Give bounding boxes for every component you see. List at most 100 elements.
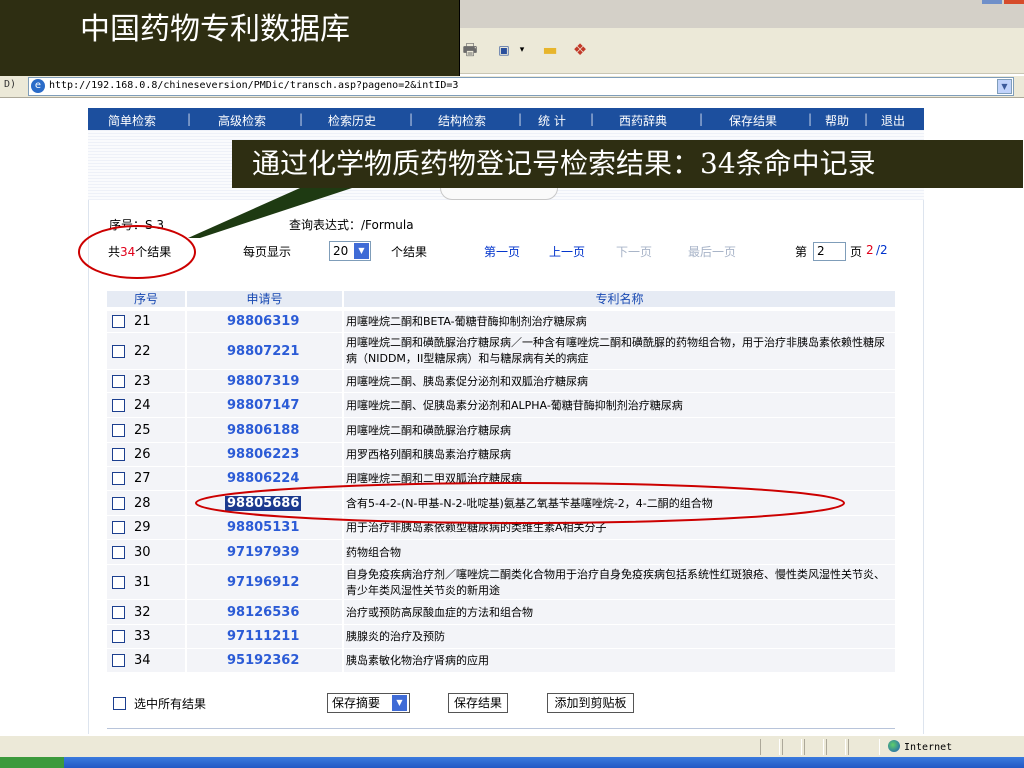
row-patent-title[interactable]: 胰岛素敏化物治疗肾病的应用 <box>346 653 891 669</box>
row-appno-link[interactable]: 95192362 <box>227 653 299 668</box>
nav-separator: | <box>699 112 704 126</box>
col-header-title: 专利名称 <box>344 291 895 307</box>
address-dropdown-icon[interactable]: ▼ <box>997 79 1012 94</box>
row-checkbox[interactable] <box>112 576 125 589</box>
address-url[interactable]: http://192.168.0.8/chineseversion/PMDic/… <box>49 80 458 91</box>
row-checkbox[interactable] <box>112 606 125 619</box>
per-page-select[interactable]: 20 ▼ <box>329 241 371 261</box>
row-patent-title[interactable]: 治疗或预防高尿酸血症的方法和组合物 <box>346 605 891 621</box>
row-patent-title[interactable]: 用噻唑烷二酮和二甲双胍治疗糖尿病 <box>346 471 891 487</box>
row-seq: 24 <box>134 398 151 413</box>
select-all-checkbox[interactable] <box>113 697 126 710</box>
address-bar: D) e http://192.168.0.8/chineseversion/P… <box>0 76 1024 98</box>
nav-structure-search[interactable]: 结构检索 <box>438 112 486 129</box>
row-checkbox[interactable] <box>112 448 125 461</box>
row-appno-link[interactable]: 98807221 <box>227 344 299 359</box>
table-row: 25 98806188 用噻唑烷二酮和磺酰脲治疗糖尿病 <box>107 418 895 443</box>
nav-logout[interactable]: 退出 <box>881 112 905 129</box>
row-patent-title[interactable]: 用罗西格列酮和胰岛素治疗糖尿病 <box>346 447 891 463</box>
row-seq: 32 <box>134 605 151 620</box>
chevron-down-icon[interactable]: ▾ <box>512 40 532 60</box>
ie-page-icon: e <box>31 79 45 93</box>
row-appno-link[interactable]: 98805686 <box>225 496 302 511</box>
row-checkbox[interactable] <box>112 345 125 358</box>
start-button[interactable] <box>0 757 64 768</box>
folder-icon[interactable]: ▬ <box>540 40 560 60</box>
row-checkbox[interactable] <box>112 546 125 559</box>
nav-advanced-search[interactable]: 高级检索 <box>218 112 266 129</box>
table-row: 26 98806223 用罗西格列酮和胰岛素治疗糖尿病 <box>107 443 895 467</box>
query-expr-label: 查询表达式： <box>289 218 362 232</box>
nav-separator: | <box>299 112 304 126</box>
row-checkbox[interactable] <box>112 654 125 667</box>
row-checkbox[interactable] <box>112 630 125 643</box>
globe-icon <box>888 740 900 752</box>
row-appno-link[interactable]: 98807319 <box>227 374 299 389</box>
select-all-label: 选中所有结果 <box>134 697 207 711</box>
row-appno-link[interactable]: 98807147 <box>227 398 299 413</box>
nav-separator: | <box>518 112 523 126</box>
address-input[interactable]: e http://192.168.0.8/chineseversion/PMDi… <box>28 77 1014 96</box>
chevron-down-icon[interactable]: ▼ <box>354 243 369 259</box>
row-checkbox[interactable] <box>112 472 125 485</box>
save-results-button[interactable]: 保存结果 <box>448 693 508 713</box>
row-appno-link[interactable]: 98805131 <box>227 520 299 535</box>
row-checkbox[interactable] <box>112 375 125 388</box>
minimize-button[interactable] <box>982 0 1002 4</box>
first-page-link[interactable]: 第一页 <box>484 243 520 260</box>
row-appno-link[interactable]: 98806188 <box>227 423 299 438</box>
row-checkbox[interactable] <box>112 497 125 510</box>
row-checkbox[interactable] <box>112 424 125 437</box>
row-appno-link[interactable]: 98806223 <box>227 447 299 462</box>
row-appno-link[interactable]: 97196912 <box>227 575 299 590</box>
prev-page-link[interactable]: 上一页 <box>549 243 585 260</box>
nav-help[interactable]: 帮助 <box>825 112 849 129</box>
page-suffix: 页 <box>850 245 863 259</box>
chevron-down-icon[interactable]: ▼ <box>392 695 407 711</box>
slide-title-text: 中国药物专利数据库 <box>80 12 350 47</box>
close-button[interactable] <box>1004 0 1024 4</box>
table-row: 29 98805131 用于治疗非胰岛素依赖型糖尿病的类维生素A相关分子 <box>107 516 895 540</box>
row-patent-title[interactable]: 用噻唑烷二酮、促胰岛素分泌剂和ALPHA-葡糖苷酶抑制剂治疗糖尿病 <box>346 398 891 414</box>
nav-saved-results[interactable]: 保存结果 <box>729 112 777 129</box>
row-patent-title[interactable]: 药物组合物 <box>346 545 891 561</box>
status-cell <box>760 739 780 755</box>
row-patent-title[interactable]: 用噻唑烷二酮、胰岛素促分泌剂和双胍治疗糖尿病 <box>346 374 891 390</box>
callout-text: 通过化学物质药物登记号检索结果：34条命中记录 <box>252 147 876 180</box>
row-checkbox[interactable] <box>112 315 125 328</box>
status-cell <box>782 739 802 755</box>
page-number-input[interactable]: 2 <box>813 242 846 261</box>
result-count-suffix: 个结果 <box>135 245 172 259</box>
row-patent-title[interactable]: 用于治疗非胰岛素依赖型糖尿病的类维生素A相关分子 <box>346 520 891 536</box>
nav-statistics[interactable]: 统 计 <box>538 112 566 129</box>
save-format-select[interactable]: 保存摘要 ▼ <box>327 693 410 713</box>
table-row: 24 98807147 用噻唑烷二酮、促胰岛素分泌剂和ALPHA-葡糖苷酶抑制剂治疗… <box>107 393 895 418</box>
row-appno-link[interactable]: 98126536 <box>227 605 299 620</box>
row-appno-link[interactable]: 97111211 <box>227 629 299 644</box>
add-to-clipboard-button[interactable]: 添加到剪贴板 <box>547 693 634 713</box>
print-icon[interactable]: 🖶 <box>460 40 480 60</box>
nav-search-history[interactable]: 检索历史 <box>328 112 376 129</box>
row-patent-title[interactable]: 胰腺炎的治疗及预防 <box>346 629 891 645</box>
query-expr-value: /Formula <box>361 218 414 232</box>
row-seq: 25 <box>134 423 151 438</box>
edit-icon[interactable]: ▣ <box>494 40 514 60</box>
row-patent-title[interactable]: 自身免疫疾病治疗剂／噻唑烷二酮类化合物用于治疗自身免疫疾病包括系统性红斑狼疮、慢… <box>346 567 891 599</box>
security-zone-label: Internet <box>904 742 953 753</box>
row-checkbox[interactable] <box>112 399 125 412</box>
row-patent-title[interactable]: 用噻唑烷二酮和磺酰脲治疗糖尿病／一种含有噻唑烷二酮和磺酰脲的药物组合物，用于治疗… <box>346 335 891 367</box>
nav-drug-dictionary[interactable]: 西药辞典 <box>619 112 667 129</box>
row-appno-link[interactable]: 98806224 <box>227 471 299 486</box>
row-patent-title[interactable]: 含有5-4-2-(N-甲基-N-2-吡啶基)氨基乙氧基苄基噻唑烷-2，4-二酮的… <box>346 496 891 512</box>
row-appno-link[interactable]: 97197939 <box>227 545 299 560</box>
row-checkbox[interactable] <box>112 521 125 534</box>
row-patent-title[interactable]: 用噻唑烷二酮和BETA-葡糖苷酶抑制剂治疗糖尿病 <box>346 314 891 330</box>
status-cell <box>848 739 880 755</box>
row-seq: 28 <box>134 496 151 511</box>
row-patent-title[interactable]: 用噻唑烷二酮和磺酰脲治疗糖尿病 <box>346 423 891 439</box>
row-appno-link[interactable]: 98806319 <box>227 314 299 329</box>
query-seq-label: 序号：S 3 <box>109 218 165 232</box>
messenger-icon[interactable]: ❖ <box>570 40 590 60</box>
slide-title: 中国药物专利数据库 <box>0 0 460 76</box>
nav-simple-search[interactable]: 简单检索 <box>108 112 156 129</box>
